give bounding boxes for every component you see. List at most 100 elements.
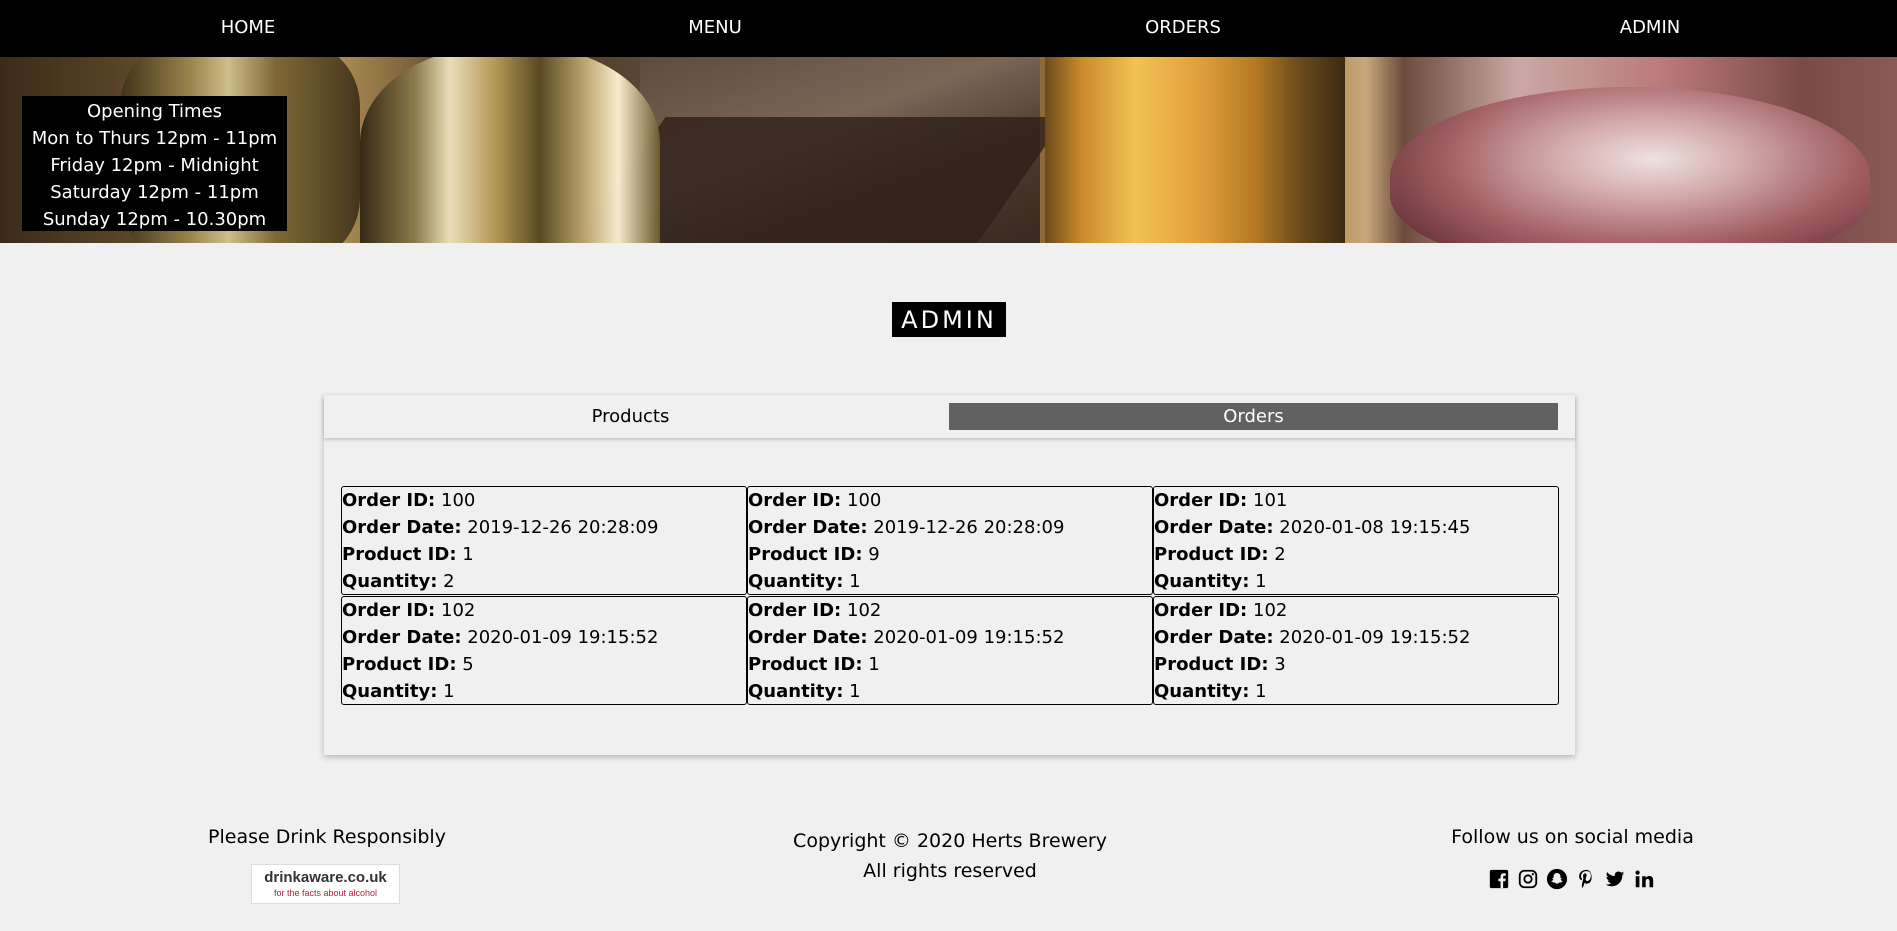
order-field-label: Quantity:	[342, 571, 438, 592]
order-field-label: Product ID:	[342, 654, 457, 675]
order-card: Order ID: 100 Order Date: 2019-12-26 20:2…	[747, 486, 1153, 595]
order-field-label: Order ID:	[342, 600, 436, 621]
order-field-value: 1	[868, 654, 880, 675]
order-field-order-date: Order Date: 2020-01-09 19:15:52	[1154, 624, 1558, 651]
order-field-value: 100	[441, 490, 476, 511]
order-field-quantity: Quantity: 1	[1154, 568, 1558, 595]
order-field-value: 2020-01-08 19:15:45	[1279, 517, 1471, 538]
admin-panel: Products Orders Order ID: 100 Order Date:…	[324, 395, 1575, 755]
order-field-order-date: Order Date: 2019-12-26 20:28:09	[748, 514, 1152, 541]
order-field-order-id: Order ID: 102	[748, 597, 1152, 624]
order-field-order-id: Order ID: 102	[342, 597, 746, 624]
pinterest-icon[interactable]	[1575, 868, 1597, 890]
opening-times-line: Friday 12pm - Midnight	[50, 155, 259, 176]
order-field-quantity: Quantity: 1	[342, 678, 746, 705]
order-field-quantity: Quantity: 1	[748, 568, 1152, 595]
order-field-label: Order ID:	[748, 490, 842, 511]
snapchat-icon[interactable]	[1546, 868, 1568, 890]
nav-orders[interactable]: ORDERS	[1083, 0, 1283, 57]
order-field-value: 9	[868, 544, 880, 565]
opening-times-line: Saturday 12pm - 11pm	[50, 182, 259, 203]
order-card: Order ID: 102 Order Date: 2020-01-09 19:1…	[1153, 596, 1559, 705]
order-field-label: Order Date:	[1154, 517, 1274, 538]
order-card: Order ID: 102 Order Date: 2020-01-09 19:1…	[747, 596, 1153, 705]
rights-text: All rights reserved	[863, 860, 1037, 882]
social-links	[1488, 868, 1655, 894]
instagram-icon[interactable]	[1517, 868, 1539, 890]
drinkaware-logo[interactable]: drinkaware.co.uk for the facts about alc…	[251, 864, 400, 904]
order-field-value: 1	[849, 571, 861, 592]
drinkaware-logo-tagline: for the facts about alcohol	[273, 888, 378, 898]
order-field-label: Product ID:	[748, 654, 863, 675]
order-field-label: Order Date:	[748, 517, 868, 538]
order-field-order-date: Order Date: 2020-01-09 19:15:52	[342, 624, 746, 651]
order-field-value: 3	[1274, 654, 1286, 675]
order-card: Order ID: 100 Order Date: 2019-12-26 20:2…	[341, 486, 747, 595]
order-field-value: 2019-12-26 20:28:09	[467, 517, 659, 538]
order-field-label: Order ID:	[342, 490, 436, 511]
order-card: Order ID: 102 Order Date: 2020-01-09 19:1…	[341, 596, 747, 705]
order-field-label: Quantity:	[748, 681, 844, 702]
social-title: Follow us on social media	[1451, 826, 1694, 848]
order-field-value: 1	[1255, 681, 1267, 702]
order-field-value: 2019-12-26 20:28:09	[873, 517, 1065, 538]
order-field-label: Order Date:	[1154, 627, 1274, 648]
order-field-product-id: Product ID: 2	[1154, 541, 1558, 568]
order-field-value: 2020-01-09 19:15:52	[873, 627, 1065, 648]
order-field-label: Quantity:	[748, 571, 844, 592]
order-field-quantity: Quantity: 1	[748, 678, 1152, 705]
nav-home[interactable]: HOME	[148, 0, 348, 57]
order-field-label: Quantity:	[1154, 681, 1250, 702]
order-field-value: 2	[1274, 544, 1286, 565]
copyright-block: Copyright © 2020 Herts Brewery All right…	[750, 826, 1150, 886]
order-field-product-id: Product ID: 5	[342, 651, 746, 678]
opening-times-line: Sunday 12pm - 10.30pm	[42, 209, 267, 230]
tab-products[interactable]: Products	[324, 403, 937, 430]
order-field-value: 1	[443, 681, 455, 702]
order-field-label: Product ID:	[1154, 654, 1269, 675]
order-field-order-id: Order ID: 100	[342, 487, 746, 514]
order-field-value: 102	[847, 600, 882, 621]
order-card: Order ID: 101 Order Date: 2020-01-08 19:1…	[1153, 486, 1559, 595]
order-field-label: Product ID:	[748, 544, 863, 565]
order-field-value: 5	[462, 654, 474, 675]
tab-bar: Products Orders	[324, 395, 1575, 438]
order-field-order-date: Order Date: 2020-01-08 19:15:45	[1154, 514, 1558, 541]
order-field-value: 2	[443, 571, 455, 592]
page-title: ADMIN	[892, 302, 1006, 337]
order-field-order-id: Order ID: 101	[1154, 487, 1558, 514]
order-field-label: Product ID:	[1154, 544, 1269, 565]
linkedin-icon[interactable]	[1633, 868, 1655, 890]
opening-times-title: Opening Times	[86, 101, 223, 122]
order-field-value: 100	[847, 490, 882, 511]
order-field-value: 2020-01-09 19:15:52	[1279, 627, 1471, 648]
order-field-label: Order ID:	[1154, 490, 1248, 511]
order-field-order-date: Order Date: 2020-01-09 19:15:52	[748, 624, 1152, 651]
nav-admin[interactable]: ADMIN	[1550, 0, 1750, 57]
order-field-value: 1	[462, 544, 474, 565]
nav-menu[interactable]: MENU	[615, 0, 815, 57]
order-field-quantity: Quantity: 1	[1154, 678, 1558, 705]
order-field-label: Order Date:	[748, 627, 868, 648]
facebook-icon[interactable]	[1488, 868, 1510, 890]
twitter-icon[interactable]	[1604, 868, 1626, 890]
order-field-value: 102	[441, 600, 476, 621]
order-field-value: 101	[1253, 490, 1288, 511]
copyright-text: Copyright © 2020 Herts Brewery	[793, 830, 1107, 852]
top-nav: HOME MENU ORDERS ADMIN	[0, 0, 1897, 57]
order-field-product-id: Product ID: 1	[748, 651, 1152, 678]
order-field-order-id: Order ID: 100	[748, 487, 1152, 514]
order-field-label: Order Date:	[342, 517, 462, 538]
order-field-label: Order Date:	[342, 627, 462, 648]
order-field-order-id: Order ID: 102	[1154, 597, 1558, 624]
order-field-product-id: Product ID: 3	[1154, 651, 1558, 678]
drink-responsibly-text: Please Drink Responsibly	[208, 826, 446, 848]
order-field-product-id: Product ID: 9	[748, 541, 1152, 568]
drinkaware-logo-text: drinkaware.co.uk	[264, 869, 387, 886]
tab-orders[interactable]: Orders	[949, 403, 1558, 430]
order-field-product-id: Product ID: 1	[342, 541, 746, 568]
order-field-value: 102	[1253, 600, 1288, 621]
order-field-label: Order ID:	[748, 600, 842, 621]
order-field-label: Product ID:	[342, 544, 457, 565]
order-field-order-date: Order Date: 2019-12-26 20:28:09	[342, 514, 746, 541]
